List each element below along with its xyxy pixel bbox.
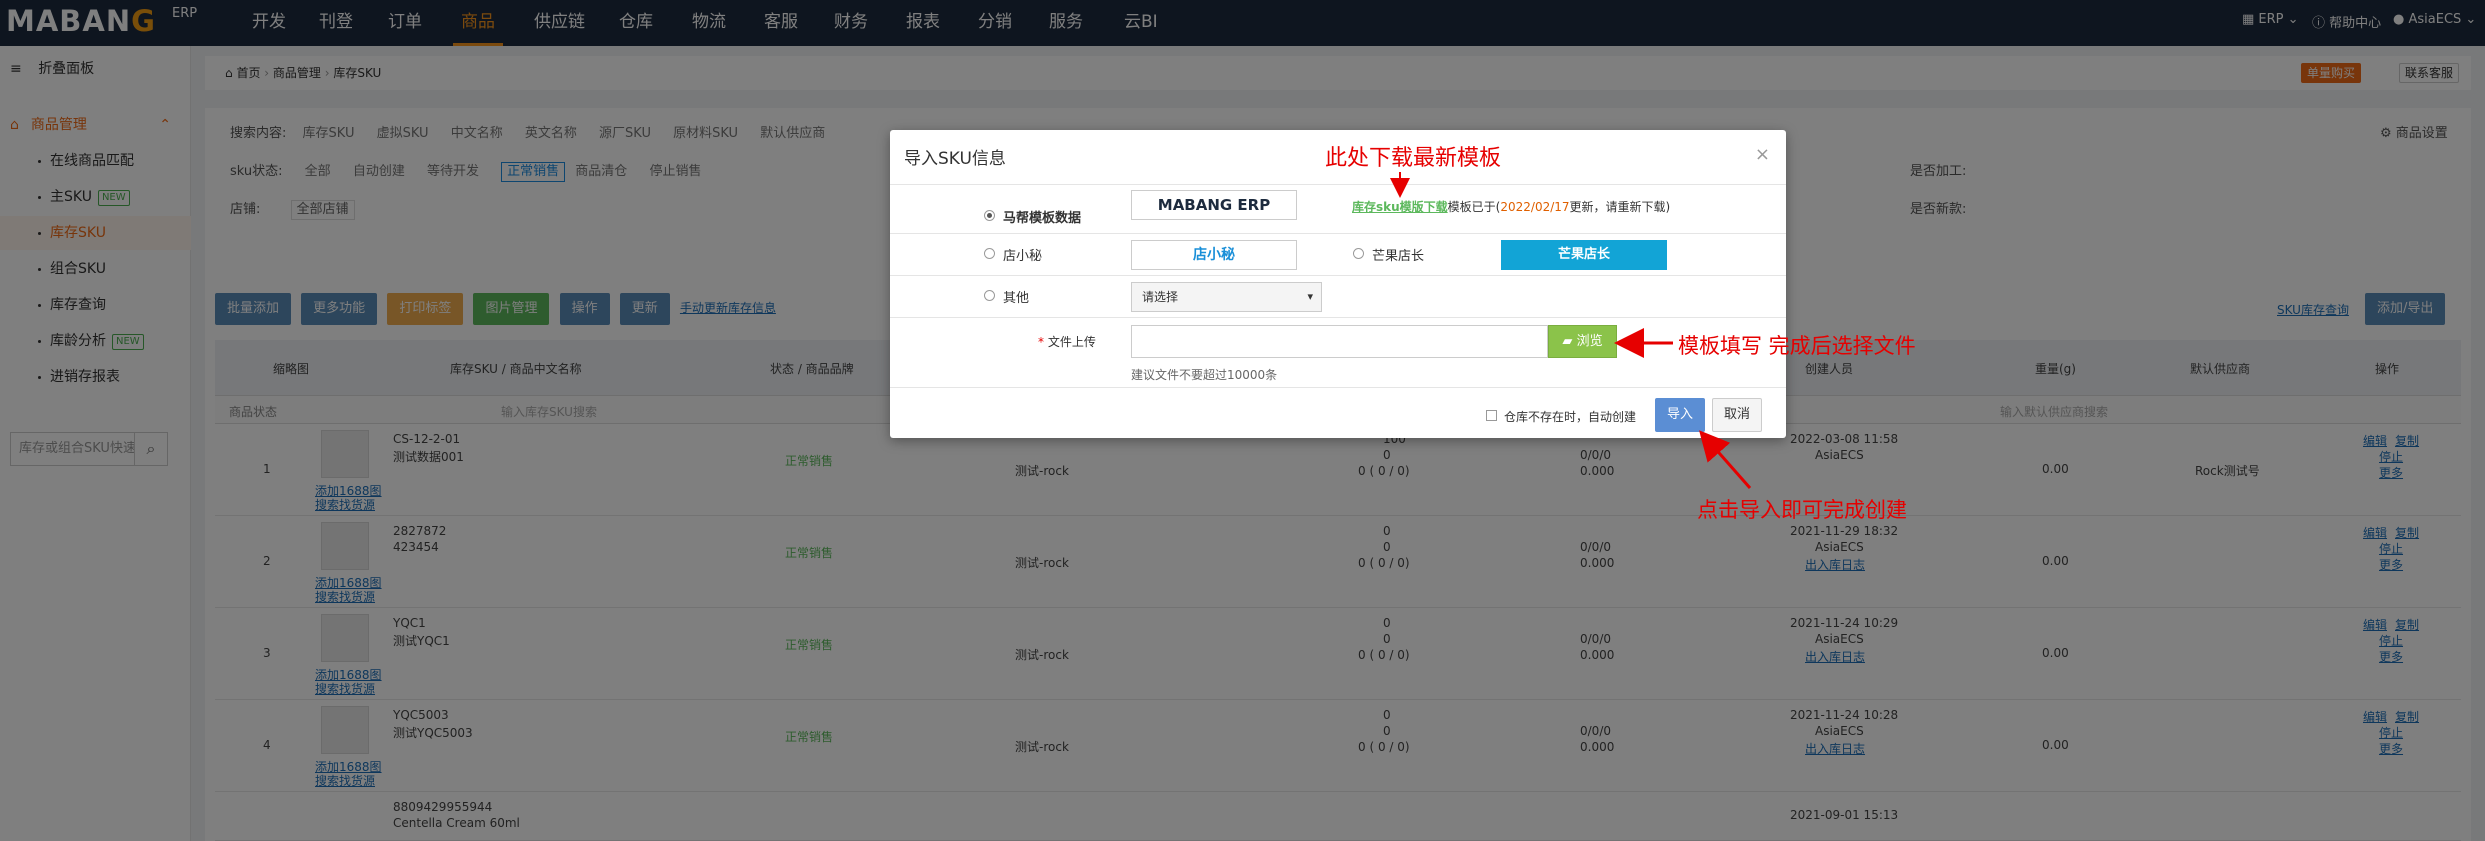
arrow-import (1699, 430, 1752, 489)
annotation-arrows (1390, 172, 1752, 489)
